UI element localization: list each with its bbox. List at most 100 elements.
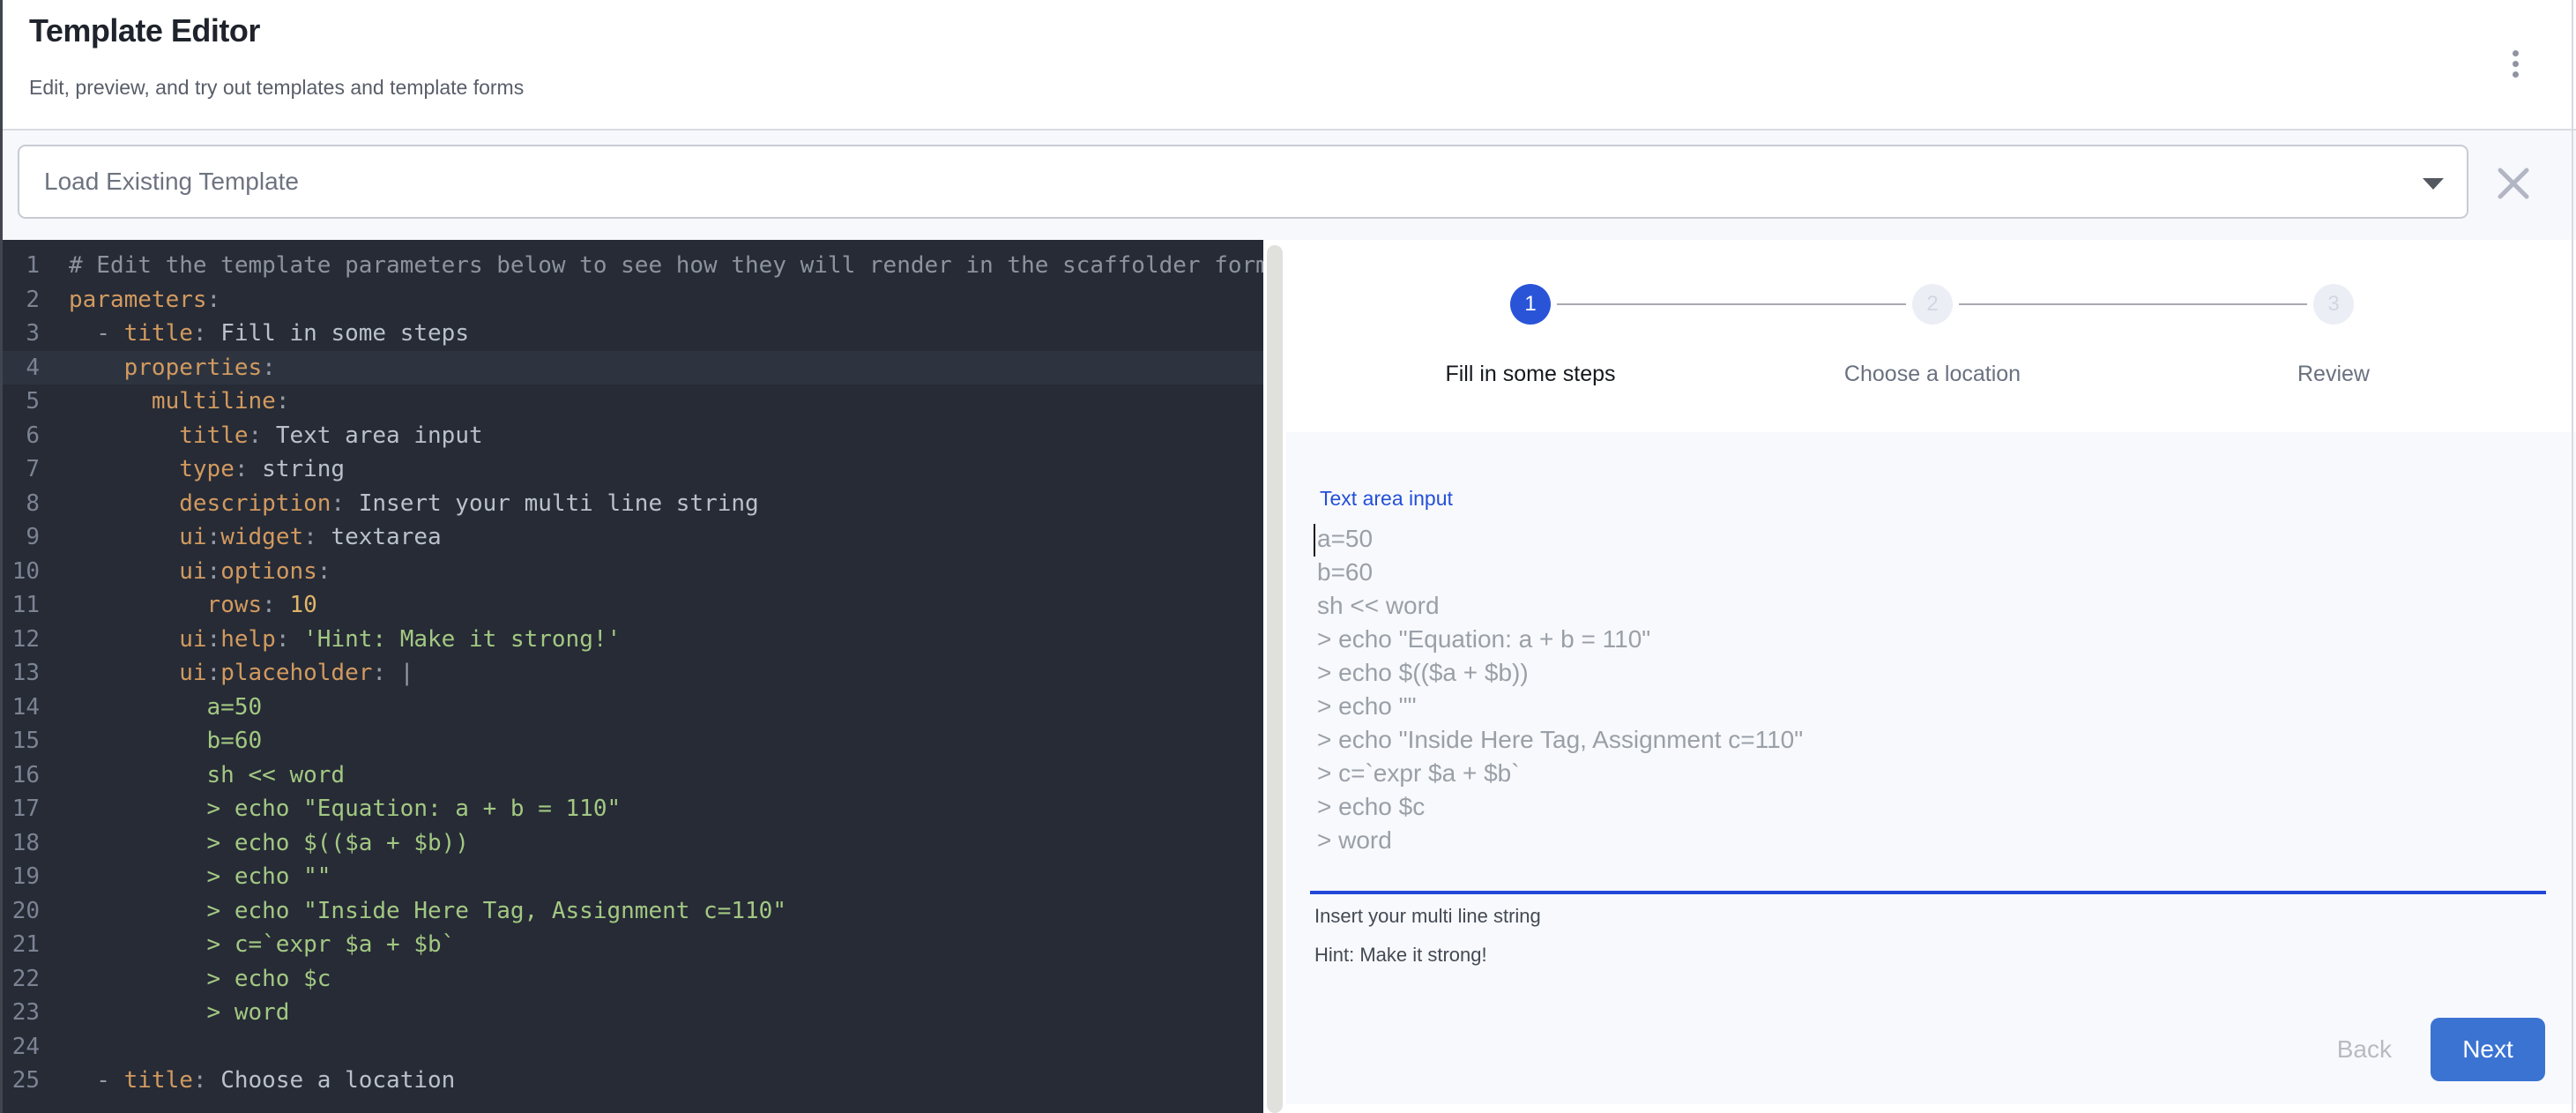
line-number: 7 xyxy=(3,452,40,487)
line-number: 2 xyxy=(3,283,40,317)
line-number: 22 xyxy=(3,962,40,997)
code-text: ui:help: 'Hint: Make it strong!' xyxy=(40,623,621,657)
kebab-dot xyxy=(2513,61,2519,67)
code-text: ui:options: xyxy=(40,555,331,589)
editor-line[interactable]: 22 > echo $c xyxy=(3,962,1263,997)
select-placeholder: Load Existing Template xyxy=(44,168,299,196)
editor-line[interactable]: 2parameters: xyxy=(3,283,1263,317)
text-cursor xyxy=(1314,524,1315,556)
code-text: > echo "Equation: a + b = 110" xyxy=(40,792,621,826)
code-text: multiline: xyxy=(40,385,289,419)
editor-line[interactable]: 1# Edit the template parameters below to… xyxy=(3,249,1263,283)
page-subtitle: Edit, preview, and try out templates and… xyxy=(29,76,524,100)
textarea-focus-underline xyxy=(1310,891,2546,894)
editor-line[interactable]: 5 multiline: xyxy=(3,385,1263,419)
line-number: 14 xyxy=(3,691,40,725)
line-number: 24 xyxy=(3,1030,40,1064)
code-text: description: Insert your multi line stri… xyxy=(40,487,759,521)
page-header: Template Editor Edit, preview, and try o… xyxy=(3,0,2576,129)
next-button[interactable]: Next xyxy=(2431,1018,2545,1081)
form-card: Text area input a=50 b=60 sh << word > e… xyxy=(1286,432,2576,1104)
step-1-indicator: 1 xyxy=(1510,284,1551,325)
code-text: > echo $c xyxy=(40,962,331,997)
close-icon xyxy=(2497,167,2530,200)
editor-line[interactable]: 8 description: Insert your multi line st… xyxy=(3,487,1263,521)
line-number: 15 xyxy=(3,724,40,758)
template-load-toolbar: Load Existing Template xyxy=(3,131,2576,240)
stepper-connector xyxy=(1959,303,2307,305)
line-number: 20 xyxy=(3,894,40,929)
scrollbar-thumb[interactable] xyxy=(1267,245,1283,1113)
editor-line[interactable]: 9 ui:widget: textarea xyxy=(3,520,1263,555)
editor-line[interactable]: 18 > echo $(($a + $b)) xyxy=(3,826,1263,861)
editor-line[interactable]: 7 type: string xyxy=(3,452,1263,487)
line-number: 12 xyxy=(3,623,40,657)
line-number: 9 xyxy=(3,520,40,555)
editor-line[interactable]: 19 > echo "" xyxy=(3,860,1263,894)
code-text: - title: Choose a location xyxy=(40,1064,455,1098)
code-text: type: string xyxy=(40,452,345,487)
editor-line[interactable]: 3 - title: Fill in some steps xyxy=(3,317,1263,351)
step-3-indicator: 3 xyxy=(2313,284,2354,325)
editor-line[interactable]: 16 sh << word xyxy=(3,758,1263,793)
line-number: 11 xyxy=(3,588,40,623)
code-text: ui:placeholder: | xyxy=(40,656,413,691)
editor-line[interactable]: 14 a=50 xyxy=(3,691,1263,725)
editor-line[interactable]: 6 title: Text area input xyxy=(3,419,1263,453)
editor-line[interactable]: 12 ui:help: 'Hint: Make it strong!' xyxy=(3,623,1263,657)
editor-line[interactable]: 4 properties: xyxy=(3,351,1263,385)
code-text: > word xyxy=(40,996,289,1030)
more-options-button[interactable] xyxy=(2496,39,2535,88)
textarea-placeholder-text: a=50 b=60 sh << word > echo "Equation: a… xyxy=(1317,522,2548,857)
editor-line[interactable]: 17 > echo "Equation: a + b = 110" xyxy=(3,792,1263,826)
field-description: Insert your multi line string xyxy=(1314,905,1541,928)
editor-line[interactable]: 25 - title: Choose a location xyxy=(3,1064,1263,1098)
line-number: 18 xyxy=(3,826,40,861)
yaml-code-editor[interactable]: 1# Edit the template parameters below to… xyxy=(3,240,1263,1113)
line-number: 5 xyxy=(3,385,40,419)
line-number: 13 xyxy=(3,656,40,691)
kebab-dot xyxy=(2513,50,2519,56)
line-number: 21 xyxy=(3,928,40,962)
clear-selection-button[interactable] xyxy=(2487,157,2540,210)
code-text: > echo "" xyxy=(40,860,331,894)
page-title: Template Editor xyxy=(29,12,260,49)
load-existing-template-select[interactable]: Load Existing Template xyxy=(18,145,2468,219)
line-number: 6 xyxy=(3,419,40,453)
back-button: Back xyxy=(2316,1035,2413,1064)
code-text: a=50 xyxy=(40,691,262,725)
code-text: > echo $(($a + $b)) xyxy=(40,826,469,861)
line-number: 25 xyxy=(3,1064,40,1098)
code-text: b=60 xyxy=(40,724,262,758)
multiline-textarea[interactable]: a=50 b=60 sh << word > echo "Equation: a… xyxy=(1317,522,2548,870)
chevron-down-icon xyxy=(2423,178,2444,190)
stepper-connector xyxy=(1557,303,1906,305)
wizard-buttons: Back Next xyxy=(1286,1018,2545,1081)
line-number: 19 xyxy=(3,860,40,894)
code-text: title: Text area input xyxy=(40,419,483,453)
code-text: > c=`expr $a + $b` xyxy=(40,928,455,962)
textarea-field-label: Text area input xyxy=(1320,487,1453,511)
code-text: ui:widget: textarea xyxy=(40,520,442,555)
editor-line[interactable]: 11 rows: 10 xyxy=(3,588,1263,623)
editor-line[interactable]: 15 b=60 xyxy=(3,724,1263,758)
code-text: rows: 10 xyxy=(40,588,317,623)
code-text: # Edit the template parameters below to … xyxy=(40,249,1263,283)
editor-line[interactable]: 13 ui:placeholder: | xyxy=(3,656,1263,691)
code-text: - title: Fill in some steps xyxy=(40,317,469,351)
code-text: sh << word xyxy=(40,758,345,793)
line-number: 16 xyxy=(3,758,40,793)
line-number: 1 xyxy=(3,249,40,283)
field-help-text: Hint: Make it strong! xyxy=(1314,944,1487,967)
step-1-label: Fill in some steps xyxy=(1354,362,1707,387)
code-text: properties: xyxy=(40,351,276,385)
page-right-border xyxy=(2572,0,2573,1113)
step-2-indicator: 2 xyxy=(1912,284,1953,325)
code-text: parameters: xyxy=(40,283,220,317)
kebab-dot xyxy=(2513,71,2519,78)
editor-line[interactable]: 23 > word xyxy=(3,996,1263,1030)
editor-line[interactable]: 21 > c=`expr $a + $b` xyxy=(3,928,1263,962)
editor-line[interactable]: 20 > echo "Inside Here Tag, Assignment c… xyxy=(3,894,1263,929)
editor-line[interactable]: 24 xyxy=(3,1030,1263,1064)
editor-line[interactable]: 10 ui:options: xyxy=(3,555,1263,589)
